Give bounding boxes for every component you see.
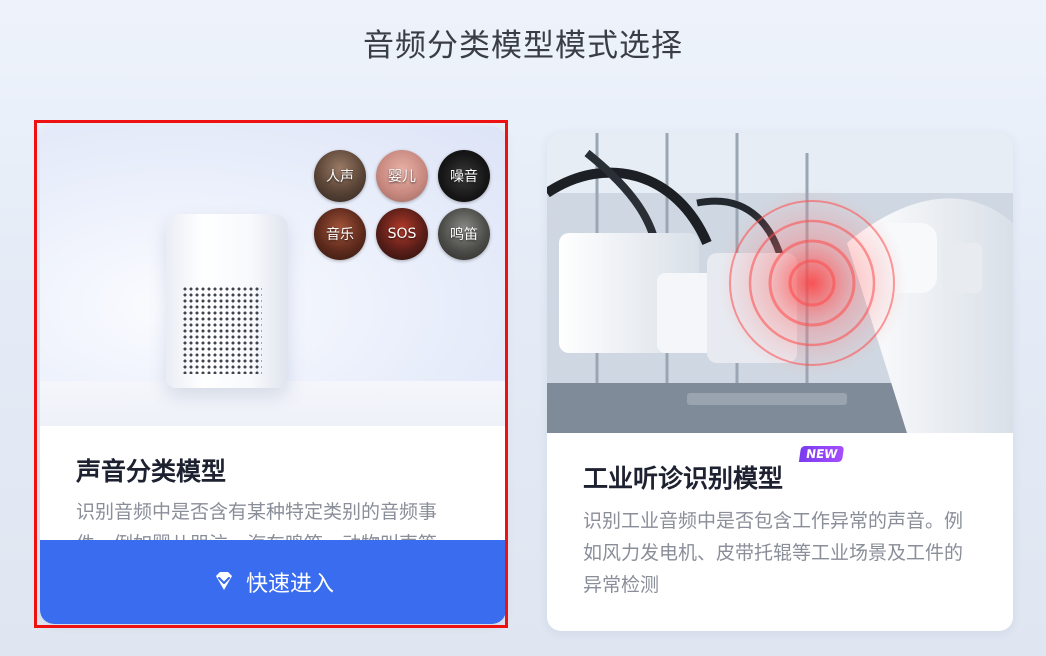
tag-human-voice: 人声 bbox=[314, 150, 366, 202]
card-title: 工业听诊识别模型 bbox=[583, 464, 784, 493]
industrial-robot-image bbox=[547, 133, 1013, 433]
smart-speaker-image: 人声 婴儿 噪音 音乐 SOS 鸣笛 bbox=[40, 126, 506, 426]
quick-enter-label: 快速进入 bbox=[245, 572, 334, 597]
quick-enter-button[interactable]: 快速进入 bbox=[40, 540, 506, 624]
card-description: 识别音频中是否含有某种特定类别的音频事件，例如婴儿哭泣、汽车鸣笛、动物叫声等 bbox=[76, 501, 438, 540]
new-badge: NEW bbox=[798, 446, 845, 462]
tag-sos: SOS bbox=[376, 208, 428, 260]
tag-baby: 婴儿 bbox=[376, 150, 428, 202]
diamond-icon bbox=[215, 572, 232, 590]
page-title: 音频分类模型模式选择 bbox=[363, 28, 683, 64]
factory-scene bbox=[547, 133, 1013, 433]
smart-speaker bbox=[166, 214, 288, 388]
sound-classification-card[interactable]: 人声 婴儿 噪音 音乐 SOS 鸣笛 声音分类模型 识别音频中是否含有某种特定类… bbox=[40, 126, 506, 624]
tag-whistle: 鸣笛 bbox=[438, 208, 490, 260]
tag-music: 音乐 bbox=[314, 208, 366, 260]
card-title: 声音分类模型 bbox=[76, 457, 227, 486]
card-description: 识别工业音频中是否包含工作异常的声音。例如风力发电机、皮带托辊等工业场景及工件的… bbox=[583, 510, 964, 596]
speaker-grille bbox=[182, 286, 262, 374]
tag-noise: 噪音 bbox=[438, 150, 490, 202]
industrial-auscultation-card[interactable]: 工业听诊识别模型 识别工业音频中是否包含工作异常的声音。例如风力发电机、皮带托辊… bbox=[547, 133, 1013, 631]
